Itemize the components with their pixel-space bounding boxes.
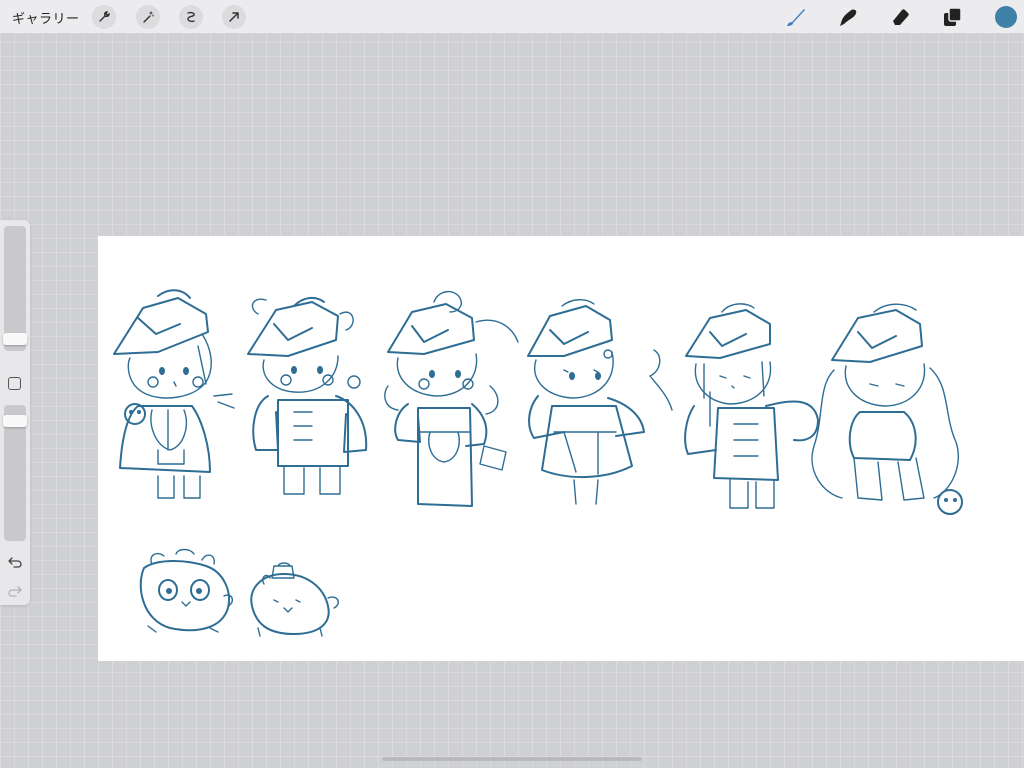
brush-size-slider[interactable] xyxy=(3,226,27,351)
brush-size-thumb[interactable] xyxy=(3,333,27,345)
chibi-character-6 xyxy=(811,303,963,515)
chibi-character-2 xyxy=(247,296,368,495)
transform-arrow-icon[interactable] xyxy=(222,5,246,29)
opacity-thumb[interactable] xyxy=(3,415,27,427)
drawing-canvas[interactable] xyxy=(98,236,1024,661)
redo-icon[interactable] xyxy=(7,583,23,602)
opacity-slider[interactable] xyxy=(3,405,27,541)
chibi-character-4 xyxy=(527,299,673,505)
gallery-button[interactable]: ギャラリー xyxy=(12,8,80,27)
chibi-character-3 xyxy=(384,291,519,507)
panda-creature-sketch xyxy=(139,548,234,633)
selection-icon[interactable] xyxy=(179,5,203,29)
wrench-icon[interactable] xyxy=(92,5,116,29)
chibi-character-1 xyxy=(113,289,235,499)
color-swatch[interactable] xyxy=(995,6,1017,28)
left-sidebar xyxy=(0,220,30,605)
modify-button[interactable] xyxy=(8,377,21,390)
sketch-artwork xyxy=(113,289,963,637)
brush-icon[interactable] xyxy=(784,5,808,29)
eraser-icon[interactable] xyxy=(889,5,913,29)
smudge-icon[interactable] xyxy=(836,5,860,29)
home-indicator xyxy=(382,757,642,761)
undo-icon[interactable] xyxy=(7,554,23,573)
bunny-creature-sketch xyxy=(250,562,339,637)
top-toolbar: ギャラリー xyxy=(0,0,1024,34)
magic-wand-icon[interactable] xyxy=(136,5,160,29)
layers-icon[interactable] xyxy=(941,5,965,29)
chibi-character-5 xyxy=(684,303,819,509)
